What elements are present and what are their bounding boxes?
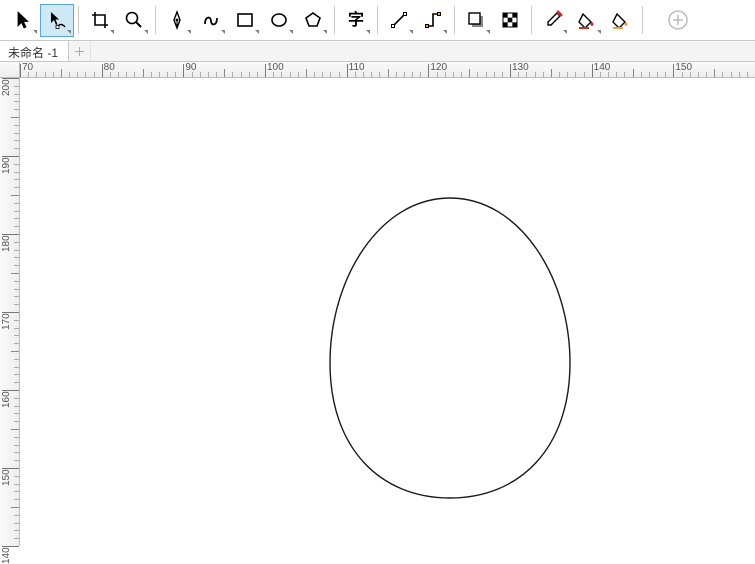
dropdown-indicator-icon [597, 30, 601, 34]
eyedropper-icon [543, 10, 563, 30]
toolbar-separator [155, 6, 156, 34]
crop-icon [90, 10, 110, 30]
dropdown-indicator-icon [486, 30, 490, 34]
canvas-svg [20, 78, 755, 546]
toolbar-separator [78, 6, 79, 34]
connector-tool-button[interactable] [416, 4, 450, 37]
ellipse-tool-button[interactable] [262, 4, 296, 37]
shape-cursor-icon [47, 10, 67, 30]
dropdown-indicator-icon [144, 30, 148, 34]
cursor-icon [14, 10, 32, 30]
pen-tool-button[interactable] [160, 4, 194, 37]
freehand-tool-button[interactable] [194, 4, 228, 37]
dropdown-indicator-icon [443, 30, 447, 34]
dropdown-indicator-icon [366, 30, 370, 34]
magnifier-icon [124, 10, 144, 30]
dropdown-indicator-icon [255, 30, 259, 34]
dropdown-indicator-icon [563, 30, 567, 34]
smart-fill-icon [611, 10, 631, 30]
transparency-tool-button[interactable] [493, 4, 527, 37]
connector-icon [423, 10, 443, 30]
interactive-fill-tool-button[interactable] [570, 4, 604, 37]
rectangle-icon [235, 10, 255, 30]
dropdown-indicator-icon [409, 30, 413, 34]
freehand-curve-icon [201, 10, 221, 30]
dropdown-indicator-icon [110, 30, 114, 34]
toolbar-separator [642, 6, 643, 34]
drop-shadow-icon [466, 10, 486, 30]
svg-text:字: 字 [348, 10, 364, 29]
new-document-tab-button[interactable]: ＋ [69, 41, 91, 61]
line-segment-icon [389, 10, 409, 30]
rectangle-tool-button[interactable] [228, 4, 262, 37]
drop-shadow-tool-button[interactable] [459, 4, 493, 37]
toolbar-separator [377, 6, 378, 34]
plus-icon: ＋ [74, 43, 86, 60]
dropdown-indicator-icon [33, 30, 37, 34]
ruler-corner [0, 62, 20, 78]
paint-bucket-icon [577, 10, 597, 30]
document-tab-label: 未命名 -1 [8, 44, 58, 61]
line-tool-button[interactable] [382, 4, 416, 37]
checkerboard-icon [500, 10, 520, 30]
dropdown-indicator-icon [67, 30, 71, 34]
zoom-tool-button[interactable] [117, 4, 151, 37]
pick-tool-button[interactable] [6, 4, 40, 37]
toolbar-separator [454, 6, 455, 34]
pen-nib-icon [167, 10, 187, 30]
egg-shape-path[interactable] [330, 198, 570, 498]
dropdown-indicator-icon [187, 30, 191, 34]
toolbar-separator [531, 6, 532, 34]
text-icon: 字 [346, 10, 366, 30]
drawing-canvas[interactable] [20, 78, 755, 546]
crop-tool-button[interactable] [83, 4, 117, 37]
text-tool-button[interactable]: 字 [339, 4, 373, 37]
dropdown-indicator-icon [323, 30, 327, 34]
eyedropper-tool-button[interactable] [536, 4, 570, 37]
dropdown-indicator-icon [289, 30, 293, 34]
polygon-icon [303, 10, 323, 30]
plus-circle-icon [667, 9, 689, 31]
dropdown-indicator-icon [221, 30, 225, 34]
smart-fill-tool-button[interactable] [604, 4, 638, 37]
ellipse-icon [269, 10, 289, 30]
main-toolbar: 字 [0, 0, 755, 41]
vertical-ruler[interactable]: 200190180170160150140 [0, 78, 20, 546]
document-tab-active[interactable]: 未命名 -1 [0, 41, 69, 61]
document-tabbar: 未命名 -1 ＋ [0, 41, 755, 62]
shape-tool-button[interactable] [40, 4, 74, 37]
add-tool-button[interactable] [661, 4, 695, 37]
toolbar-separator [334, 6, 335, 34]
horizontal-ruler[interactable]: 708090100110120130140150160 [20, 62, 755, 78]
polygon-tool-button[interactable] [296, 4, 330, 37]
